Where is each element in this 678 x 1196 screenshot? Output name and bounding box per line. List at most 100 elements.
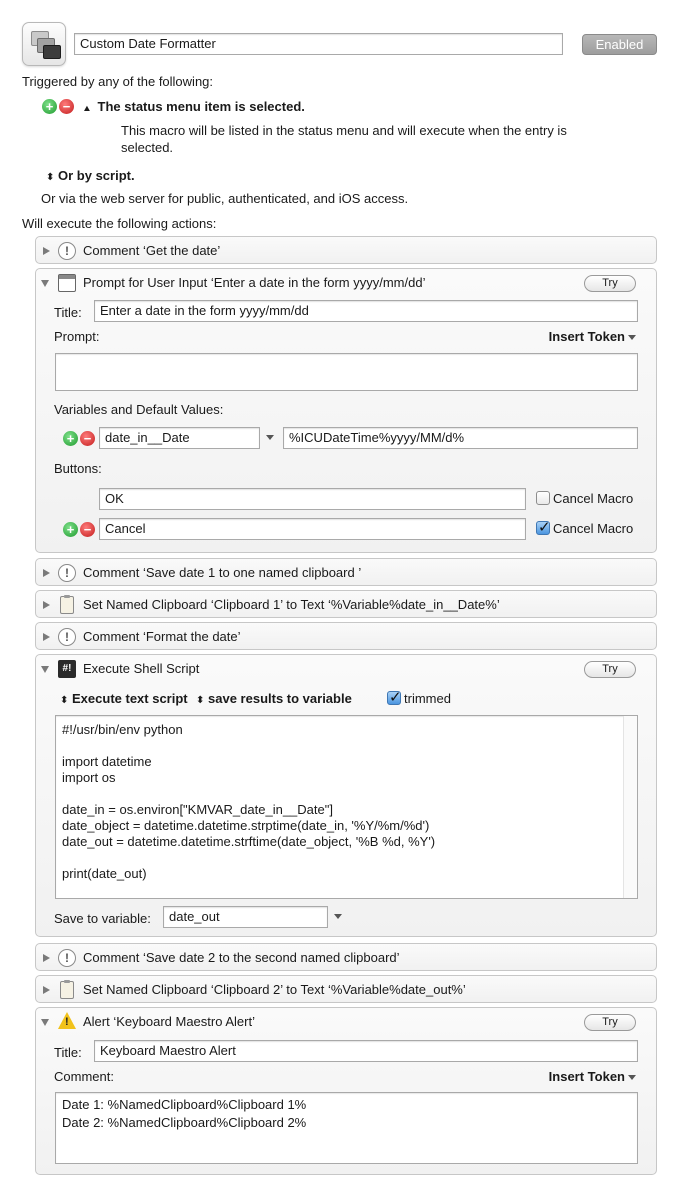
action-title: Set Named Clipboard ‘Clipboard 1’ to Tex… [83,597,500,612]
prompt-window-icon [58,274,76,292]
disclosure-triangle-icon[interactable] [43,633,50,641]
button2-field[interactable]: Cancel [99,518,526,540]
action-set-clipboard-2[interactable]: Set Named Clipboard ‘Clipboard 2’ to Tex… [35,975,657,1003]
action-alert[interactable]: ! Alert ‘Keyboard Maestro Alert’ Try Tit… [35,1007,657,1175]
title-label: Title: [54,1045,82,1060]
results-mode-select[interactable]: ⬍ save results to variable [196,691,352,706]
action-comment-save-date-1[interactable]: ! Comment ‘Save date 1 to one named clip… [35,558,657,586]
disclosure-triangle-icon[interactable] [43,601,50,609]
add-trigger-icon[interactable]: + [42,99,57,114]
script-line: import os [62,770,116,785]
action-title: Comment ‘Get the date’ [83,243,221,258]
button1-cancel-checkbox[interactable] [536,491,550,505]
remove-button-icon[interactable]: − [80,522,95,537]
script-line: date_in = os.environ["KMVAR_date_in__Dat… [62,802,333,817]
variable-dropdown-icon[interactable] [266,435,274,440]
try-button[interactable]: Try [584,1014,636,1031]
insert-token-menu[interactable]: Insert Token [549,329,636,344]
action-execute-shell-script[interactable]: #! Execute Shell Script Try ⬍ Execute te… [35,654,657,937]
title-label: Title: [54,305,82,320]
macro-name-field[interactable]: Custom Date Formatter [74,33,563,55]
button1-field[interactable]: OK [99,488,526,510]
comment-line: Date 2: %NamedClipboard%Clipboard 2% [62,1115,307,1130]
action-title: Execute Shell Script [83,661,200,676]
updown-arrows-icon: ⬍ [60,695,69,706]
comment-icon: ! [58,564,76,582]
status-menu-description: This macro will be listed in the status … [121,123,567,138]
chevron-down-icon [628,1075,636,1081]
action-title: Prompt for User Input ‘Enter a date in t… [83,275,426,290]
enabled-button[interactable]: Enabled [582,34,657,55]
macro-icon[interactable] [22,22,66,66]
terminal-icon: #! [58,660,76,678]
cancel-macro-label: Cancel Macro [553,521,634,536]
insert-token-menu[interactable]: Insert Token [549,1069,636,1084]
buttons-label: Buttons: [54,461,102,476]
script-line: date_object = datetime.datetime.strptime… [62,818,430,833]
disclosure-triangle-icon[interactable] [43,247,50,255]
variable-default-field[interactable]: %ICUDateTime%yyyy/MM/d% [283,427,638,449]
warning-icon: ! [58,1012,76,1029]
script-mode-select[interactable]: ⬍ Execute text script [60,691,188,706]
chevron-down-icon [628,335,636,341]
comment-icon: ! [58,242,76,260]
save-to-variable-label: Save to variable: [54,911,151,926]
comment-line: Date 1: %NamedClipboard%Clipboard 1% [62,1097,307,1112]
remove-trigger-icon[interactable]: − [59,99,74,114]
trimmed-checkbox[interactable] [387,688,402,706]
disclosure-triangle-icon[interactable] [41,1019,49,1026]
comment-icon: ! [58,949,76,967]
updown-arrows-icon: ⬍ [46,172,55,183]
action-prompt-user-input[interactable]: Prompt for User Input ‘Enter a date in t… [35,268,657,553]
disclosure-triangle-icon[interactable] [41,280,49,287]
button2-cancel-checkbox[interactable] [536,518,551,536]
variable-dropdown-icon[interactable] [334,914,342,919]
comment-label: Comment: [54,1069,114,1084]
updown-arrows-icon: ⬍ [196,695,205,706]
comment-icon: ! [58,628,76,646]
prompt-title-field[interactable]: Enter a date in the form yyyy/mm/dd [94,300,638,322]
action-title: Alert ‘Keyboard Maestro Alert’ [83,1014,255,1029]
updown-arrows-icon: ▲ [82,103,92,114]
disclosure-triangle-icon[interactable] [41,666,49,673]
status-menu-trigger-select[interactable]: ▲ The status menu item is selected. [82,99,305,114]
script-line: import datetime [62,754,152,769]
prompt-label: Prompt: [54,329,100,344]
alert-comment-textarea[interactable]: Date 1: %NamedClipboard%Clipboard 1% Date… [55,1092,638,1164]
action-set-clipboard-1[interactable]: Set Named Clipboard ‘Clipboard 1’ to Tex… [35,590,657,618]
action-title: Set Named Clipboard ‘Clipboard 2’ to Tex… [83,982,466,997]
prompt-textarea[interactable] [55,353,638,391]
variables-label: Variables and Default Values: [54,402,224,417]
disclosure-triangle-icon[interactable] [43,569,50,577]
status-menu-description-cont: selected. [121,140,174,155]
action-title: Comment ‘Save date 1 to one named clipbo… [83,565,362,580]
web-server-text: Or via the web server for public, authen… [41,191,409,206]
script-scrollbar[interactable] [623,716,637,898]
clipboard-icon [60,595,74,614]
script-textarea[interactable]: #!/usr/bin/env python import datetime impo… [55,715,638,899]
save-to-variable-field[interactable]: date_out [163,906,328,928]
variable-name-field[interactable]: date_in__Date [99,427,260,449]
script-line: #!/usr/bin/env python [62,722,183,737]
add-button-icon[interactable]: + [63,522,78,537]
disclosure-triangle-icon[interactable] [43,954,50,962]
try-button[interactable]: Try [584,661,636,678]
action-title: Comment ‘Save date 2 to the second named… [83,950,400,965]
by-script-select[interactable]: ⬍ Or by script. [46,168,135,183]
action-title: Comment ‘Format the date’ [83,629,241,644]
actions-heading: Will execute the following actions: [22,216,217,231]
script-line: date_out = datetime.datetime.strftime(da… [62,834,436,849]
try-button[interactable]: Try [584,275,636,292]
action-comment-format-date[interactable]: ! Comment ‘Format the date’ [35,622,657,650]
remove-variable-icon[interactable]: − [80,431,95,446]
trimmed-label: trimmed [404,691,451,706]
clipboard-icon [60,980,74,999]
alert-title-field[interactable]: Keyboard Maestro Alert [94,1040,638,1062]
disclosure-triangle-icon[interactable] [43,986,50,994]
triggers-heading: Triggered by any of the following: [22,74,214,89]
cancel-macro-label: Cancel Macro [553,491,634,506]
action-comment-save-date-2[interactable]: ! Comment ‘Save date 2 to the second nam… [35,943,657,971]
action-comment-get-date[interactable]: ! Comment ‘Get the date’ [35,236,657,264]
script-line: print(date_out) [62,866,147,881]
add-variable-icon[interactable]: + [63,431,78,446]
